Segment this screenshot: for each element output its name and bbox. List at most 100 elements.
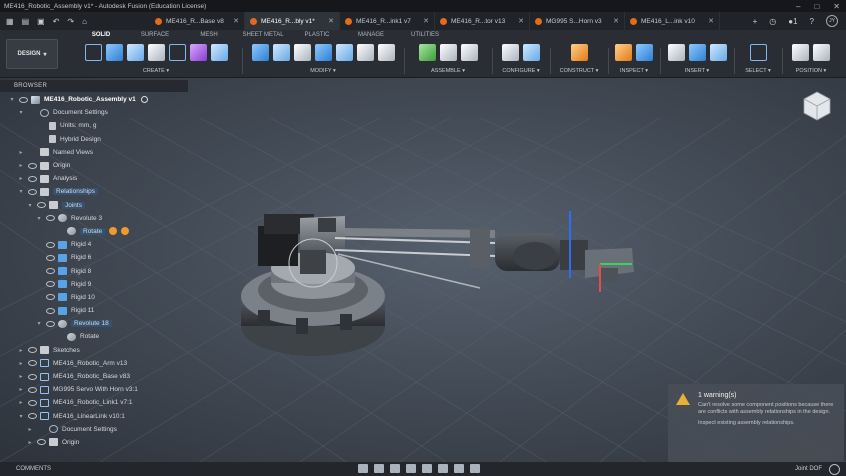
group-label[interactable]: INSPECT ▾ [612,68,656,74]
form-icon[interactable] [189,43,207,61]
decal-icon[interactable] [688,43,706,61]
browser-node[interactable]: Rigid 8 [0,264,190,277]
display-settings-icon[interactable] [438,464,448,473]
browser-node[interactable]: ▸ Origin [0,159,190,172]
group-select[interactable]: SELECT ▾ [738,42,778,76]
viewports-icon[interactable] [470,464,480,473]
doc-tab-4[interactable]: MG995 S...Horn v3 ✕ [530,12,625,30]
visibility-eye-icon[interactable] [46,215,55,222]
close-tab-icon[interactable]: ✕ [613,17,619,25]
split-icon[interactable] [335,43,353,61]
group-construct[interactable]: CONSTRUCT ▾ [554,42,604,76]
visibility-eye-icon[interactable] [28,347,37,354]
visibility-eye-icon[interactable] [46,254,55,261]
group-label[interactable]: CONFIGURE ▾ [496,68,546,74]
close-icon[interactable]: ✕ [833,2,840,11]
active-component-icon[interactable] [140,96,148,104]
visibility-eye-icon[interactable] [28,413,37,420]
sketch-icon[interactable] [84,43,102,61]
avatar[interactable]: JY [826,15,838,27]
shell-icon[interactable] [293,43,311,61]
close-tab-icon[interactable]: ✕ [423,17,429,25]
group-label[interactable]: INSERT ▾ [664,68,730,74]
browser-node[interactable]: ▸ Sketches [0,344,190,357]
tab-utilities[interactable]: UTILITIES [398,32,452,38]
group-label[interactable]: CONSTRUCT ▾ [554,68,604,74]
hole-icon[interactable] [147,43,165,61]
section-icon[interactable] [636,43,653,61]
expand-right-icon[interactable]: ▸ [26,439,34,446]
expand-right-icon[interactable]: ▸ [17,386,25,393]
doc-tab-1[interactable]: ME416_R...bly v1* ✕ [245,12,340,30]
configure-table-icon[interactable] [502,43,519,61]
capture-position-icon[interactable] [792,43,809,61]
browser-node[interactable]: ▾ Relationships [0,185,190,198]
expand-down-icon[interactable]: ▾ [17,188,25,195]
expand-right-icon[interactable]: ▸ [17,399,25,406]
browser-node[interactable]: Rigid 10 [0,291,190,304]
joint-dof-icon[interactable] [829,463,840,475]
browser-header[interactable]: BROWSER [0,80,188,92]
offset-plane-icon[interactable] [570,43,588,61]
zoom-icon[interactable] [406,464,416,473]
expand-down-icon[interactable]: ▾ [17,413,25,420]
browser-node[interactable]: ▸ ME416_Robotic_Base v83 [0,370,190,383]
undo-icon[interactable]: ↶ [53,17,60,26]
group-configure[interactable]: CONFIGURE ▾ [496,42,546,76]
grid-settings-icon[interactable] [454,464,464,473]
tab-sheet-metal[interactable]: SHEET METAL [236,32,290,38]
group-inspect[interactable]: INSPECT ▾ [612,42,656,76]
new-tab-icon[interactable]: + [753,17,758,26]
pattern-icon[interactable] [168,43,186,61]
visibility-eye-icon[interactable] [28,399,37,406]
configure-rule-icon[interactable] [523,43,540,61]
doc-tab-0[interactable]: ME416_R...Base v8 ✕ [150,12,245,30]
new-component-icon[interactable] [418,43,436,61]
visibility-eye-icon[interactable] [37,439,46,446]
browser-node[interactable]: Hybrid Design [0,133,190,146]
visibility-eye-icon[interactable] [28,386,37,393]
workspace-switcher[interactable]: DESIGN ▾ [6,39,58,69]
select-icon[interactable] [749,43,767,61]
warning-toast[interactable]: 1 warning(s) Can't resolve some componen… [668,384,844,462]
expand-down-icon[interactable]: ▾ [17,109,25,116]
group-label[interactable]: MODIFY ▾ [246,68,400,74]
help-icon[interactable]: ? [810,17,814,26]
group-create[interactable]: CREATE ▾ [74,42,238,76]
browser-node[interactable]: Rigid 6 [0,251,190,264]
browser-node[interactable]: Units: mm, g [0,119,190,132]
browser-node[interactable]: ▸ Analysis [0,172,190,185]
tab-surface[interactable]: SURFACE [128,32,182,38]
expand-down-icon[interactable]: ▾ [35,215,43,222]
close-tab-icon[interactable]: ✕ [708,17,714,25]
align-icon[interactable] [377,43,395,61]
group-label[interactable]: POSITION ▾ [786,68,836,74]
insert-derive-icon[interactable] [667,43,685,61]
fillet-icon[interactable] [272,43,290,61]
visibility-eye-icon[interactable] [19,96,28,103]
browser-node[interactable]: ▸ ME416_Robotic_Arm v13 [0,357,190,370]
measure-icon[interactable] [615,43,632,61]
expand-right-icon[interactable]: ▸ [17,162,25,169]
extrude-icon[interactable] [105,43,123,61]
visibility-eye-icon[interactable] [37,202,46,209]
press-pull-icon[interactable] [251,43,269,61]
pan-icon[interactable] [390,464,400,473]
motion-link-icon[interactable] [460,43,478,61]
expand-right-icon[interactable]: ▸ [17,149,25,156]
save-icon[interactable]: ▣ [37,17,45,26]
joint-icon[interactable] [439,43,457,61]
group-assemble[interactable]: ASSEMBLE ▾ [408,42,488,76]
browser-node[interactable]: ▸ MG995 Servo With Horn v3:1 [0,383,190,396]
browser-node[interactable]: ▸ Named Views [0,146,190,159]
tab-plastic[interactable]: PLASTIC [290,32,344,38]
browser-node[interactable]: ▾ Revolute 18 [0,317,190,330]
group-label[interactable]: CREATE ▾ [74,68,238,74]
browser-node[interactable]: Rigid 9 [0,278,190,291]
browser-node[interactable]: ▾ ME416_LinearLink v10:1 [0,410,190,423]
doc-tab-3[interactable]: ME416_R...tor v13 ✕ [435,12,530,30]
expand-right-icon[interactable]: ▸ [17,373,25,380]
browser-node[interactable]: ▾ ME416_Robotic_Assembly v1 [0,93,190,106]
combine-icon[interactable] [314,43,332,61]
visibility-eye-icon[interactable] [46,241,55,248]
